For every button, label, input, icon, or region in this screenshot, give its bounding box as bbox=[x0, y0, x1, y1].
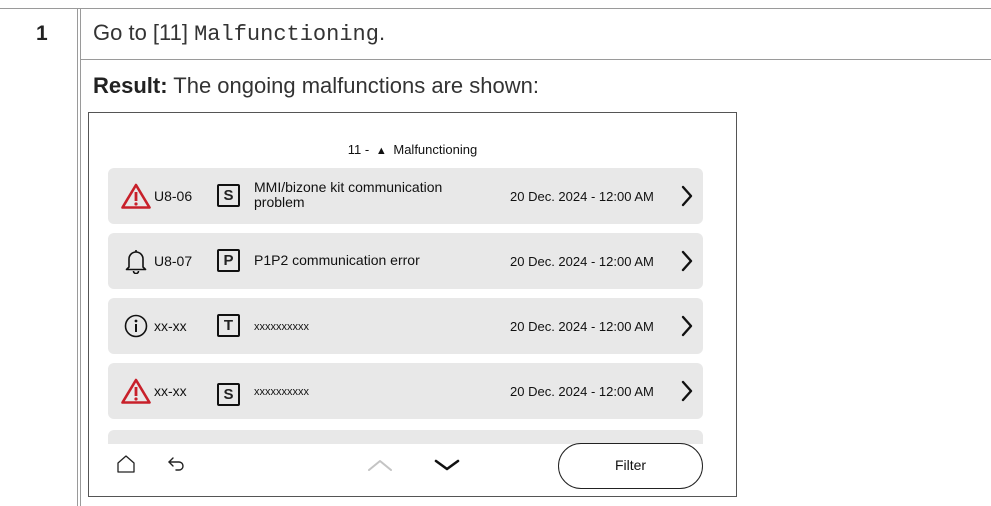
malfunction-description: MMI/bizone kit communication problem bbox=[254, 179, 443, 210]
step-row-divider bbox=[80, 59, 991, 60]
result-text: The ongoing malfunctions are shown: bbox=[167, 73, 539, 98]
instruction-suffix: . bbox=[378, 20, 386, 45]
instruction-prefix: Go to [11] bbox=[93, 20, 195, 45]
result-label: Result: bbox=[93, 73, 168, 98]
category-badge: S bbox=[217, 184, 240, 207]
warning-triangle-icon: ▲ bbox=[375, 145, 387, 157]
error-triangle-icon bbox=[121, 183, 151, 209]
malfunction-datetime: 20 Dec. 2024 - 12:00 AM bbox=[510, 384, 654, 399]
malfunction-description: xxxxxxxxxx bbox=[254, 321, 309, 333]
list-item-partial[interactable] bbox=[108, 430, 703, 444]
category-badge: T bbox=[217, 314, 240, 337]
chevron-right-icon bbox=[681, 380, 693, 402]
table-column-rule-right bbox=[80, 8, 81, 506]
instruction-menu-name: Malfunctioning bbox=[194, 22, 379, 47]
malfunction-datetime: 20 Dec. 2024 - 12:00 AM bbox=[510, 319, 654, 334]
malfunction-code: U8-07 bbox=[154, 253, 193, 269]
back-arrow-icon[interactable] bbox=[167, 456, 187, 472]
chevron-right-icon bbox=[681, 315, 693, 337]
malfunction-description: P1P2 communication error bbox=[254, 252, 420, 268]
category-badge: P bbox=[217, 249, 240, 272]
step-number: 1 bbox=[36, 22, 48, 45]
scroll-down-icon[interactable] bbox=[434, 458, 460, 472]
category-badge: S bbox=[217, 383, 240, 406]
malfunction-row[interactable]: U8-07 P P1P2 communication error 20 Dec.… bbox=[108, 233, 703, 289]
device-screen: 11 - ▲ Malfunctioning U8-06 S MMI/bizone… bbox=[88, 112, 737, 497]
table-column-rule-left bbox=[77, 8, 78, 506]
screen-title-text: Malfunctioning bbox=[393, 142, 478, 157]
malfunction-row[interactable]: U8-06 S MMI/bizone kit communication pro… bbox=[108, 168, 703, 224]
info-icon bbox=[124, 314, 148, 338]
screen-title-prefix: 11 - bbox=[347, 142, 370, 157]
malfunction-code: U8-06 bbox=[154, 188, 193, 204]
malfunction-code: xx-xx bbox=[154, 318, 187, 334]
bell-icon bbox=[125, 250, 147, 274]
filter-button[interactable]: Filter bbox=[558, 443, 703, 489]
chevron-right-icon bbox=[681, 185, 693, 207]
error-triangle-icon bbox=[121, 378, 151, 404]
malfunction-datetime: 20 Dec. 2024 - 12:00 AM bbox=[510, 189, 654, 204]
malfunction-row[interactable]: xx-xx T xxxxxxxxxx 20 Dec. 2024 - 12:00 … bbox=[108, 298, 703, 354]
table-top-rule bbox=[0, 8, 991, 9]
malfunction-datetime: 20 Dec. 2024 - 12:00 AM bbox=[510, 254, 654, 269]
malfunction-row[interactable]: xx-xx S xxxxxxxxxx 20 Dec. 2024 - 12:00 … bbox=[108, 363, 703, 419]
chevron-right-icon bbox=[681, 250, 693, 272]
home-icon[interactable] bbox=[116, 454, 136, 474]
malfunction-description: xxxxxxxxxx bbox=[254, 386, 309, 398]
screen-title: 11 - ▲ Malfunctioning bbox=[89, 142, 736, 157]
scroll-up-icon[interactable] bbox=[367, 458, 393, 472]
malfunction-code: xx-xx bbox=[154, 383, 187, 399]
step-instruction: Go to [11] Malfunctioning. bbox=[93, 20, 385, 47]
result-line: Result: The ongoing malfunctions are sho… bbox=[93, 73, 539, 99]
